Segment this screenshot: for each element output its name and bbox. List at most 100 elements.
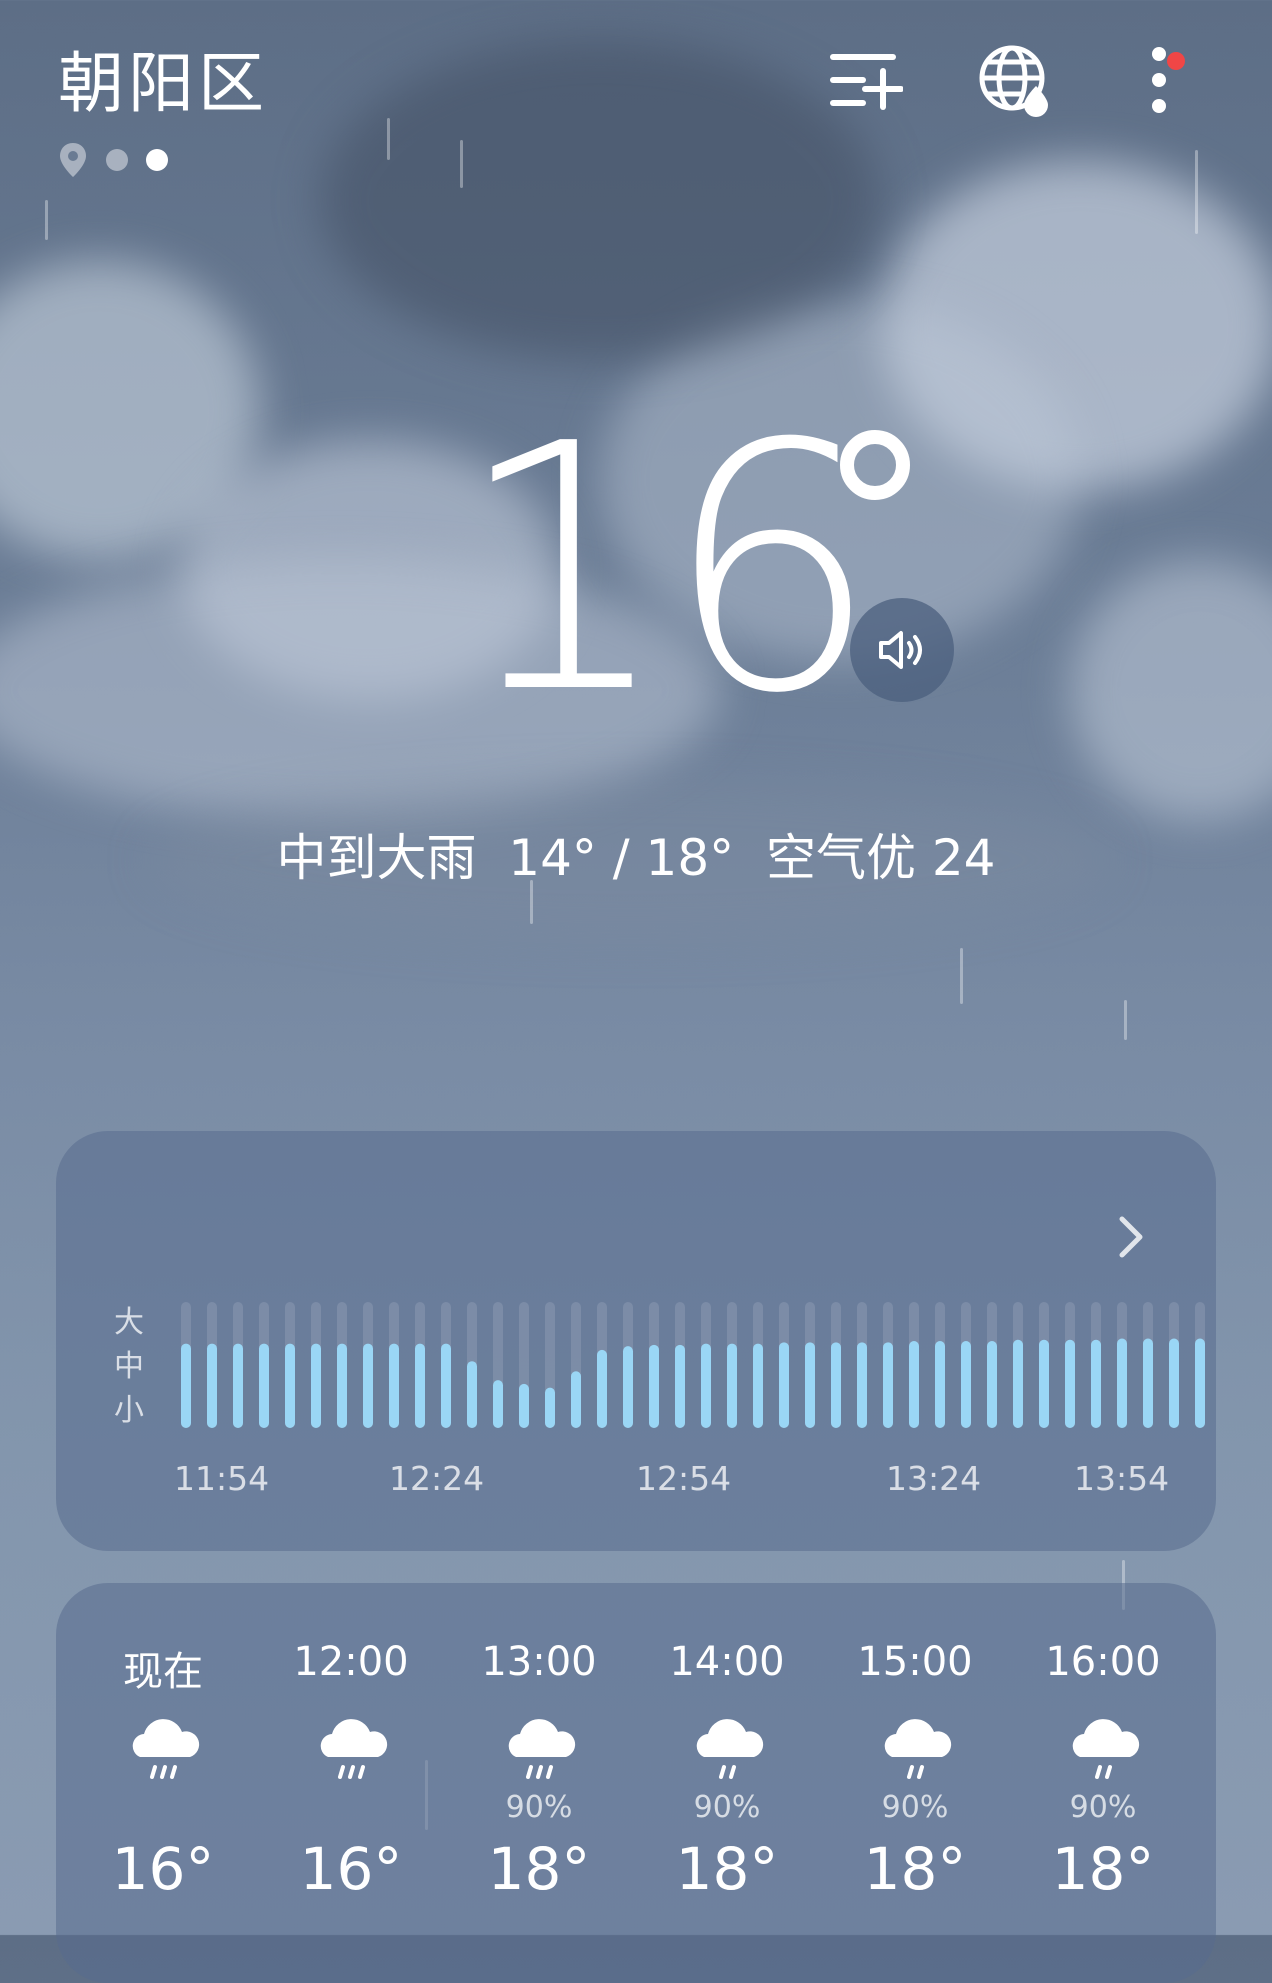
precip-bar [259, 1343, 269, 1428]
precip-bar [363, 1343, 373, 1428]
cloud [320, 40, 880, 360]
more-menu-button[interactable] [1109, 30, 1209, 130]
notification-badge [1167, 52, 1185, 70]
high-temp: 18° [645, 829, 735, 887]
precip-bar [701, 1343, 711, 1428]
condition-text: 中到大雨 [276, 829, 477, 887]
hour-temp: 18° [863, 1835, 967, 1903]
precip-bar [1065, 1339, 1075, 1428]
rain-cloud-icon [508, 1719, 576, 1779]
precip-bar [571, 1371, 581, 1428]
hour-precip-prob: 90% [1069, 1790, 1137, 1825]
precip-bar [441, 1343, 451, 1428]
rain-drop [960, 948, 963, 1004]
time-label: 13:54 [1074, 1459, 1170, 1498]
precip-bar [935, 1341, 945, 1428]
precip-bar [1091, 1339, 1101, 1428]
precip-bar [753, 1343, 763, 1428]
hourly-item[interactable]: 16:00 90% 18° [1018, 1583, 1188, 1983]
hourly-item[interactable]: 13:00 90% 18° [454, 1583, 624, 1983]
aqi-text: 空气优 24 [765, 829, 996, 887]
scale-heavy: 大 [114, 1305, 144, 1340]
add-city-icon [830, 54, 903, 110]
hourly-item[interactable]: 12:00 16° [266, 1583, 436, 1983]
hour-time: 13:00 [481, 1639, 597, 1685]
chevron-right-icon[interactable] [1100, 1207, 1160, 1267]
precip-bar [987, 1341, 997, 1428]
voice-broadcast-button[interactable] [850, 598, 954, 702]
time-label: 13:24 [886, 1459, 982, 1498]
rain-drop [1195, 150, 1198, 234]
precip-bar [519, 1383, 529, 1428]
page-dot [106, 149, 128, 171]
hourly-item[interactable]: 14:00 90% 18° [642, 1583, 812, 1983]
precip-bar [467, 1361, 477, 1428]
page-dot-active [146, 149, 168, 171]
hour-time: 12:00 [293, 1639, 409, 1685]
precip-bar [623, 1346, 633, 1428]
cloud [1070, 560, 1272, 820]
rain-cloud-icon [696, 1719, 764, 1779]
more-menu-icon [1152, 47, 1166, 113]
precip-bar [545, 1387, 555, 1428]
hour-precip-prob: 90% [693, 1790, 761, 1825]
hour-time: 15:00 [857, 1639, 973, 1685]
time-label: 12:24 [389, 1459, 485, 1498]
speaker-icon [879, 631, 922, 669]
precip-bar [727, 1343, 737, 1428]
intensity-scale: 大 中 小 [114, 1301, 144, 1433]
precip-bar [857, 1342, 867, 1428]
hour-temp: 18° [675, 1835, 779, 1903]
hour-time: 16:00 [1045, 1639, 1161, 1685]
precip-bar [337, 1343, 347, 1428]
precipitation-card[interactable]: 大 中 小 11:54 12:24 12:54 13:24 13:54 [56, 1131, 1216, 1551]
precip-bar [1039, 1339, 1049, 1428]
temp-separator: / [596, 829, 646, 887]
current-temperature: 16 [455, 372, 880, 768]
rain-drop [460, 140, 463, 188]
time-label: 11:54 [174, 1459, 270, 1498]
precip-bar [1013, 1339, 1023, 1428]
rain-cloud-icon [884, 1719, 952, 1779]
precip-bar [389, 1343, 399, 1428]
globe-icon [979, 45, 1048, 117]
precip-bar [1169, 1338, 1179, 1428]
precip-bar [493, 1380, 503, 1428]
low-temp: 14° [508, 829, 597, 887]
precip-bar [285, 1343, 295, 1428]
precip-bar [415, 1343, 425, 1428]
precip-bar [207, 1343, 217, 1428]
precip-bar [1143, 1338, 1153, 1428]
location-title[interactable]: 朝阳区 [58, 30, 268, 126]
hourly-item[interactable]: 15:00 90% 18° [830, 1583, 1000, 1983]
precip-bar [1117, 1338, 1127, 1428]
precip-bar [831, 1342, 841, 1428]
hour-temp: 16° [299, 1835, 403, 1903]
hourly-item[interactable]: 现在 16° [78, 1583, 248, 1983]
precip-bar [779, 1342, 789, 1428]
precip-bar [883, 1342, 893, 1428]
add-city-button[interactable] [815, 30, 915, 130]
hour-precip-prob: 90% [505, 1790, 573, 1825]
precipitation-bar-chart [181, 1302, 1205, 1428]
precip-bar [597, 1349, 607, 1428]
precip-bar [1195, 1338, 1205, 1428]
precip-bar [311, 1343, 321, 1428]
precip-bar [805, 1342, 815, 1428]
precip-bar [961, 1341, 971, 1428]
precip-bar [181, 1343, 191, 1428]
weather-summary: 中到大雨 14° / 18° 空气优 24 [0, 818, 1272, 890]
rain-drop [1124, 1000, 1127, 1040]
hour-temp: 18° [1051, 1835, 1155, 1903]
city-page-indicator[interactable] [58, 140, 168, 180]
precip-bar [909, 1341, 919, 1428]
rain-cloud-icon [320, 1719, 388, 1779]
precip-bar [233, 1343, 243, 1428]
rain-drop [387, 118, 390, 160]
hourly-forecast-card[interactable]: 现在 16° 12:00 16° 13:00 90% 18° 14:00 90%… [56, 1583, 1216, 1983]
hour-time: 14:00 [669, 1639, 785, 1685]
global-weather-button[interactable] [964, 30, 1064, 130]
hour-temp: 16° [111, 1835, 215, 1903]
rain-drop [45, 200, 48, 240]
time-label: 12:54 [636, 1459, 732, 1498]
